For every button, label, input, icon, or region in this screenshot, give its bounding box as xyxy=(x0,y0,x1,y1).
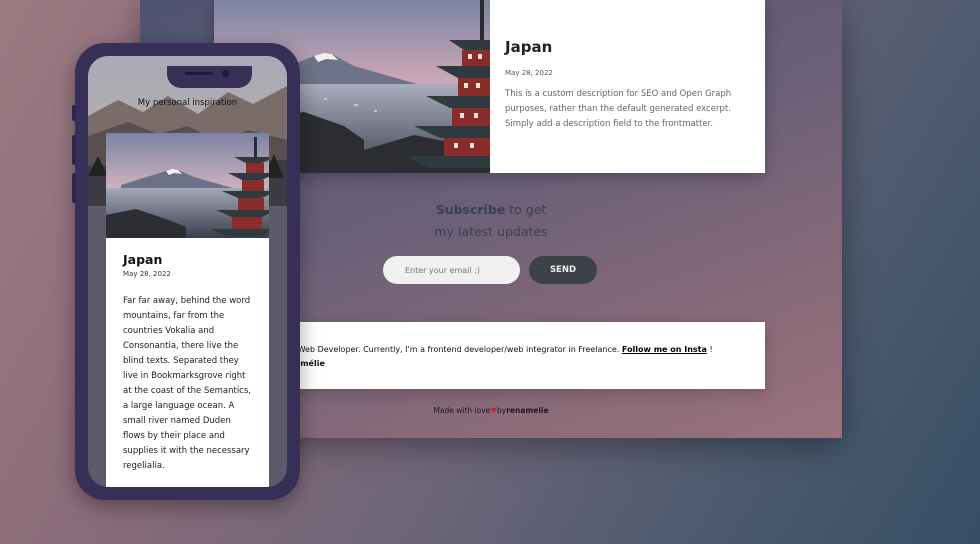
camera-icon xyxy=(222,70,229,77)
mobile-post-title[interactable]: Japan xyxy=(123,252,252,267)
phone-volume-down xyxy=(72,173,76,203)
instagram-link[interactable]: Follow me on Insta xyxy=(622,345,707,354)
subscribe-bold: Subscribe xyxy=(435,202,506,217)
send-button[interactable]: SEND xyxy=(529,256,597,284)
phone-notch xyxy=(167,66,252,88)
about-description: n Web Developer. Currently, I'm a fronte… xyxy=(290,345,620,354)
phone-screen: My personal inspiration Japan May 28, 20… xyxy=(88,56,287,487)
about-text: n Web Developer. Currently, I'm a fronte… xyxy=(290,343,713,357)
speaker-icon xyxy=(185,72,213,75)
email-input[interactable] xyxy=(383,256,520,284)
about-exclamation: ! xyxy=(709,345,713,354)
footer-text: Made with love xyxy=(433,406,491,415)
phone-mute-switch xyxy=(72,105,76,121)
post-date: May 28, 2022 xyxy=(505,69,553,77)
post-card-body: Japan May 28, 2022 This is a custom desc… xyxy=(490,0,765,173)
phone-mockup: My personal inspiration Japan May 28, 20… xyxy=(72,43,300,500)
footer-author-link[interactable]: renamelie xyxy=(506,406,548,415)
footer-by: by xyxy=(497,406,507,415)
mobile-post-date: May 28, 2022 xyxy=(123,270,171,278)
mobile-post-text: Far far away, behind the word mountains,… xyxy=(123,296,251,471)
mobile-hero-title: My personal inspiration xyxy=(137,98,238,108)
mobile-post-body: Japan May 28, 2022 Far far away, behind … xyxy=(106,238,269,474)
mobile-post-image xyxy=(106,133,269,238)
phone-volume-up xyxy=(72,135,76,165)
post-title[interactable]: Japan xyxy=(505,38,745,56)
mobile-post-card[interactable]: Japan May 28, 2022 Far far away, behind … xyxy=(106,133,269,487)
subscribe-rest: to get xyxy=(509,202,547,217)
post-description: This is a custom description for SEO and… xyxy=(505,89,732,129)
